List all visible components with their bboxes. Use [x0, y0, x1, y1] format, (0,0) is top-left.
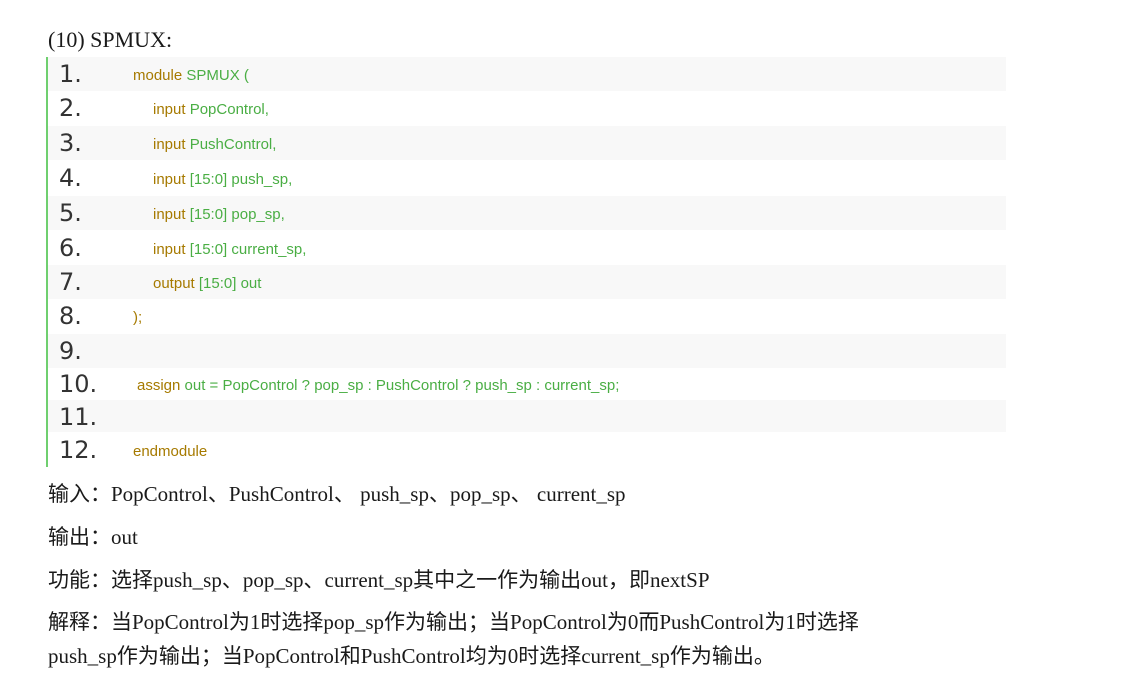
function-paragraph: 功能：选择push_sp、pop_sp、current_sp其中之一作为输出ou…: [48, 568, 710, 592]
line-number: 7.: [59, 268, 82, 296]
code-text: [15:0] out: [194, 275, 262, 292]
code-line: 6. input [15:0] current_sp,: [48, 231, 1006, 265]
line-number: 9.: [59, 337, 82, 365]
line-number: 10.: [59, 370, 98, 398]
line-number: 4.: [59, 164, 82, 192]
code-line: 8. );: [48, 299, 1006, 333]
line-number: 5.: [59, 199, 82, 227]
code-keyword: module: [133, 67, 183, 84]
line-number: 6.: [59, 234, 82, 262]
line-number: 12.: [59, 436, 98, 464]
code-keyword: input: [153, 206, 186, 223]
code-text: [15:0] push_sp,: [185, 171, 293, 188]
line-code: input [15:0] push_sp,: [153, 161, 292, 199]
code-line: 3. input PushControl,: [48, 126, 1006, 160]
line-code: endmodule: [133, 433, 207, 471]
code-keyword: input: [153, 101, 186, 118]
code-keyword: output: [153, 275, 195, 292]
code-text: [15:0] pop_sp,: [185, 206, 285, 223]
code-keyword: input: [153, 171, 186, 188]
code-line: 7. output [15:0] out: [48, 265, 1006, 299]
code-keyword: assign: [137, 377, 181, 394]
code-text: );: [133, 309, 143, 326]
code-line: 2. input PopControl,: [48, 91, 1006, 125]
line-code: input PopControl,: [153, 91, 269, 129]
code-line: 12. endmodule: [48, 433, 1006, 467]
code-keyword: endmodule: [133, 443, 208, 460]
line-code: );: [133, 299, 142, 337]
line-code: output [15:0] out: [153, 265, 261, 303]
code-line: 11.: [48, 400, 1006, 432]
line-code: input PushControl,: [153, 126, 276, 164]
explanation-line-1: 解释：当PopControl为1时选择pop_sp作为输出；当PopContro…: [48, 610, 859, 634]
section-heading: (10) SPMUX:: [48, 27, 173, 52]
code-text: PopControl,: [185, 101, 269, 118]
code-text: out = PopControl ? pop_sp : PushControl …: [180, 377, 620, 394]
inputs-paragraph: 输入：PopControl、PushControl、 push_sp、pop_s…: [48, 482, 626, 506]
line-number: 2.: [59, 94, 82, 122]
code-line: 5. input [15:0] pop_sp,: [48, 196, 1006, 230]
code-keyword: input: [153, 136, 186, 153]
code-text: PushControl,: [185, 136, 277, 153]
line-number: 8.: [59, 302, 82, 330]
code-line: 10. assign out = PopControl ? pop_sp : P…: [48, 367, 1006, 401]
code-line: 9.: [48, 334, 1006, 368]
line-code: module SPMUX (: [133, 57, 249, 95]
code-block: 1. module SPMUX ( 2. input PopControl, 3…: [46, 57, 1006, 467]
line-code: input [15:0] pop_sp,: [153, 196, 285, 234]
code-line: 1. module SPMUX (: [48, 57, 1006, 91]
line-number: 3.: [59, 129, 82, 157]
outputs-paragraph: 输出：out: [48, 525, 138, 549]
line-code: input [15:0] current_sp,: [153, 231, 306, 269]
line-number: 11.: [59, 403, 98, 431]
explanation-line-2: push_sp作为输出；当PopControl和PushControl均为0时选…: [48, 644, 775, 668]
code-text: SPMUX (: [182, 67, 249, 84]
code-keyword: input: [153, 241, 186, 258]
line-number: 1.: [59, 60, 82, 88]
code-line: 4. input [15:0] push_sp,: [48, 161, 1006, 195]
code-text: [15:0] current_sp,: [185, 241, 307, 258]
